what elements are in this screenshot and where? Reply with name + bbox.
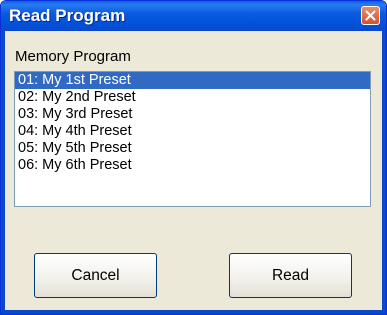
window-title: Read Program <box>9 6 126 25</box>
program-list-item[interactable]: 04: My 4th Preset <box>15 123 370 140</box>
window-border-right <box>382 31 386 314</box>
memory-program-label: Memory Program <box>15 48 131 65</box>
read-program-dialog: Read Program Memory Program 01: My 1st P… <box>0 0 387 315</box>
window-border-left <box>1 31 5 314</box>
window-border-bottom <box>1 310 386 314</box>
close-icon <box>365 10 376 21</box>
program-list-item[interactable]: 06: My 6th Preset <box>15 157 370 174</box>
title-bar[interactable]: Read Program <box>1 1 386 31</box>
program-list-item[interactable]: 01: My 1st Preset <box>15 72 370 89</box>
program-list-item[interactable]: 02: My 2nd Preset <box>15 89 370 106</box>
cancel-button[interactable]: Cancel <box>34 253 157 298</box>
program-listbox[interactable]: 01: My 1st Preset 02: My 2nd Preset 03: … <box>14 71 371 207</box>
program-list-item[interactable]: 03: My 3rd Preset <box>15 106 370 123</box>
close-button[interactable] <box>361 6 380 25</box>
read-button[interactable]: Read <box>229 253 352 298</box>
program-list-item[interactable]: 05: My 5th Preset <box>15 140 370 157</box>
